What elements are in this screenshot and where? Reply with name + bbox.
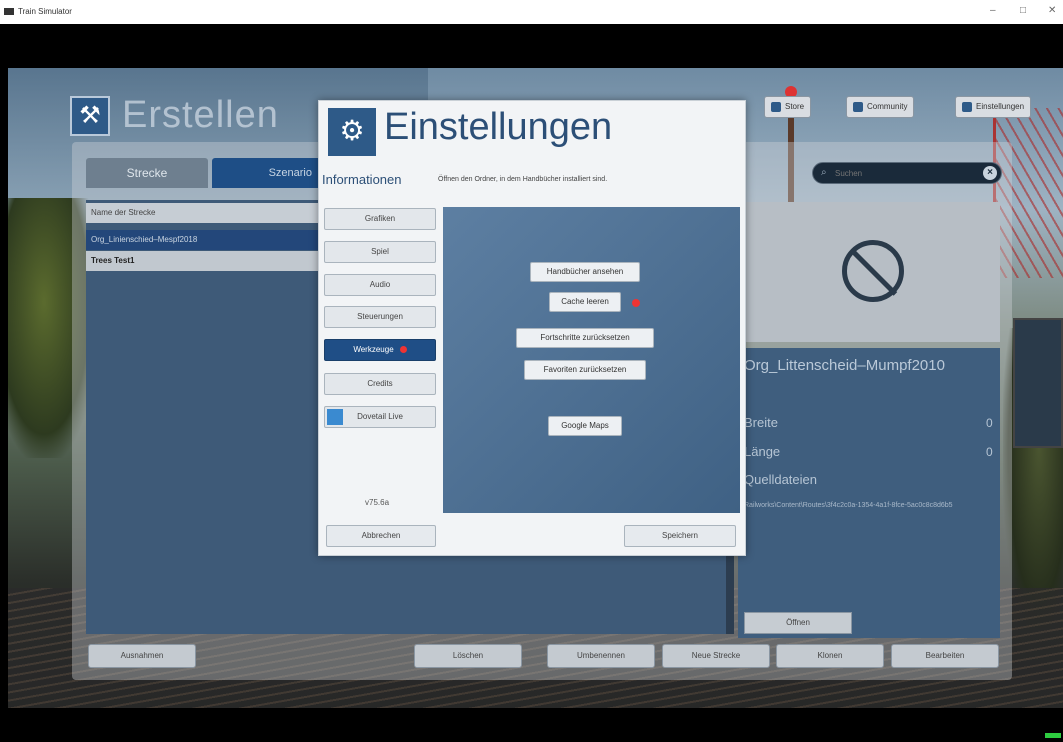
close-window-button[interactable]: ✕ [1048,5,1056,16]
train [1013,318,1063,448]
tools-icon: ⚒ [70,96,110,136]
alert-dot [632,299,640,307]
list-header[interactable]: Name der Strecke [86,203,321,223]
window-titlebar: Train Simulator – □ ✕ [0,0,1063,24]
minimize-button[interactable]: – [990,5,996,16]
sidebar-item-credits[interactable]: Credits [324,373,436,395]
google-maps-button[interactable]: Google Maps [548,416,622,436]
delete-button[interactable]: Löschen [414,644,522,668]
sidebar-item-label: Werkzeuge [353,345,394,354]
detail-value-breite: 0 [986,416,993,430]
sidebar-item-steuerungen[interactable]: Steuerungen [324,306,436,328]
sidebar-item-label: Dovetail Live [357,412,403,421]
route-details-panel [738,348,1000,638]
sidebar-item-audio[interactable]: Audio [324,274,436,296]
store-button[interactable]: Store [764,96,812,118]
sidebar-item-grafiken[interactable]: Grafiken [324,208,436,230]
search-icon: ⌕ [821,167,827,178]
community-label: Community [867,102,908,111]
detail-value-laenge: 0 [986,445,993,459]
rename-button[interactable]: Umbenennen [547,644,655,668]
edit-button[interactable]: Bearbeiten [891,644,999,668]
gear-icon [962,101,972,112]
view-manuals-button[interactable]: Handbücher ansehen [530,262,640,282]
dialog-subtitle: Informationen [322,172,402,187]
status-indicator [1045,733,1061,738]
clear-search-icon[interactable]: × [983,166,997,180]
list-item[interactable]: Trees Test1 [86,251,321,271]
source-path: Railworks\Content\Routes\3f4c2c0a-1354-4… [744,502,953,509]
maximize-button[interactable]: □ [1020,5,1026,16]
settings-label: Einstellungen [976,102,1025,111]
sidebar-item-spiel[interactable]: Spiel [324,241,436,263]
reset-progress-button[interactable]: Fortschritte zurücksetzen [516,328,654,348]
sidebar-item-werkzeuge[interactable]: Werkzeuge [324,339,436,361]
gears-icon: ⚙ [328,108,376,156]
no-preview-icon [842,240,904,302]
page-title: Erstellen [122,94,279,136]
dialog-hint: Öffnen den Ordner, in dem Handbücher ins… [438,176,608,183]
window-title: Train Simulator [18,7,72,16]
detail-label-breite: Breite [744,415,778,430]
list-item[interactable]: Org_Linienschied–Mespf2018 [86,230,321,250]
notification-dot [399,346,407,354]
community-button[interactable]: Community [846,96,915,118]
route-title: Org_Littenscheid–Mumpf2010 [744,357,945,374]
clear-cache-button[interactable]: Cache leeren [549,292,621,312]
open-button[interactable]: Öffnen [744,612,852,634]
detail-label-quelldateien: Quelldateien [744,472,817,487]
sidebar-item-dovetail-live[interactable]: Dovetail Live [324,406,436,428]
tab-szenario[interactable]: Szenario [212,158,322,188]
store-icon [771,101,781,112]
store-label: Store [785,102,805,111]
tab-strecke[interactable]: Strecke [86,158,208,188]
dovetail-icon [327,409,343,425]
detail-label-laenge: Länge [744,444,781,459]
search-input[interactable] [835,166,975,180]
dialog-title: Einstellungen [384,106,613,148]
cancel-button[interactable]: Abbrechen [326,525,436,547]
app-icon [4,8,14,15]
clone-button[interactable]: Klonen [776,644,884,668]
settings-button[interactable]: Einstellungen [955,96,1032,118]
version-label: v75.6a [365,498,390,507]
new-route-button[interactable]: Neue Strecke [662,644,770,668]
save-button[interactable]: Speichern [624,525,736,547]
community-icon [853,101,863,112]
exceptions-button[interactable]: Ausnahmen [88,644,196,668]
reset-favorites-button[interactable]: Favoriten zurücksetzen [524,360,646,380]
search-box: ⌕ × [812,162,1002,184]
